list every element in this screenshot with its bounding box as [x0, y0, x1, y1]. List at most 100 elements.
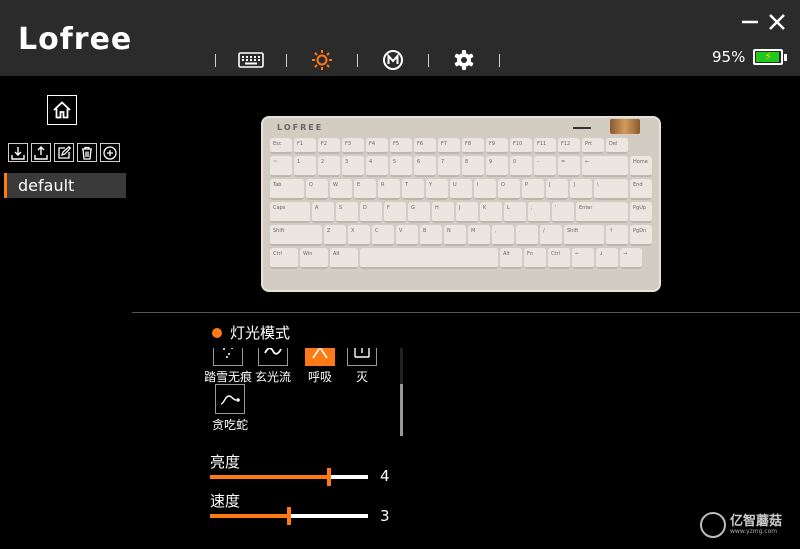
keyboard-key: F4 — [366, 138, 388, 154]
snake-icon — [215, 384, 245, 414]
battery-tip — [784, 53, 788, 61]
mode-wave[interactable]: 玄光流 — [250, 348, 296, 385]
mode-label: 玄光流 — [254, 370, 291, 384]
home-button[interactable] — [47, 95, 77, 125]
keyboard-key: F — [384, 202, 406, 223]
keyboard-key: Shift — [564, 225, 604, 246]
lighting-mode-header: 灯光模式 — [212, 322, 290, 343]
tab-keys[interactable] — [226, 46, 276, 74]
keyboard-key: R — [378, 179, 400, 200]
profile-toolbar — [8, 143, 120, 162]
keyboard-key: = — [558, 156, 580, 177]
keyboard-row: ~1 2 3 4 5 6 7 8 9 0- = ← Home — [270, 156, 656, 177]
keyboard-row: Esc F1 F2 F3 F4 F5 F6 F7 F8 F9 F10 F11 F12 Prt Del — [270, 138, 656, 154]
keyboard-key: F5 — [390, 138, 412, 154]
keyboard-key: Tab — [270, 179, 304, 200]
profile-item-default[interactable]: default — [4, 173, 126, 198]
keyboard-key: L — [504, 202, 526, 223]
home-icon — [53, 101, 71, 119]
slider-thumb[interactable] — [287, 507, 291, 525]
keyboard-key: Shift — [270, 225, 322, 246]
keyboard-key: ↓ — [596, 248, 618, 269]
mode-label: 呼吸 — [307, 370, 332, 384]
keyboard-key: F1 — [294, 138, 316, 154]
keyboard-key: E — [354, 179, 376, 200]
keyboard-brand: LOFREE — [277, 123, 324, 132]
mode-label: 贪吃蛇 — [211, 418, 248, 432]
keyboard-key: PgUp — [630, 202, 652, 223]
keyboard-key: V — [396, 225, 418, 246]
tab-macro[interactable] — [368, 46, 418, 74]
watermark-text: 亿智蘑菇 — [730, 514, 783, 529]
keyboard-key: Fn — [524, 248, 546, 269]
mushroom-icon — [700, 512, 726, 538]
mode-snake[interactable]: 贪吃蛇 — [207, 384, 253, 433]
snow-icon — [213, 348, 243, 366]
keyboard-key: Z — [324, 225, 346, 246]
keyboard-key: H — [432, 202, 454, 223]
keyboard-key: D — [360, 202, 382, 223]
keyboard-key: A — [312, 202, 334, 223]
keyboard-image: LOFREE Esc F1 F2 F3 F4 F5 F6 F7 F8 F9 F10 F11 F12 Prt… — [261, 116, 661, 292]
keyboard-key: 5 — [390, 156, 412, 177]
keyboard-row: Ctrl Win Alt Alt Fn Ctrl ← ↓ → — [270, 248, 656, 269]
tab-separator — [286, 53, 287, 67]
keyboard-key: Win — [300, 248, 328, 269]
keyboard-key: Caps — [270, 202, 310, 223]
keyboard-led — [573, 127, 591, 129]
keyboard-icon — [238, 52, 264, 68]
keyboard-key: G — [408, 202, 430, 223]
keyboard-key: \ — [594, 179, 628, 200]
export-icon — [34, 145, 48, 160]
keyboard-key: PgDn — [630, 225, 652, 246]
keyboard-key: F12 — [558, 138, 580, 154]
tab-lighting[interactable] — [297, 46, 347, 74]
off-icon — [347, 348, 377, 366]
keyboard-key: J — [456, 202, 478, 223]
mode-snow[interactable]: 踏雪无痕 — [205, 348, 252, 385]
bullet-icon — [212, 327, 222, 338]
speed-slider[interactable] — [210, 507, 368, 525]
keyboard-key: F11 — [534, 138, 556, 154]
keyboard-key — [360, 248, 498, 269]
close-icon[interactable] — [767, 12, 787, 32]
lighting-mode-list: 踏雪无痕 玄光流 呼吸 灭 贪吃蛇 — [205, 348, 395, 436]
keyboard-key: 2 — [318, 156, 340, 177]
keyboard-key: 8 — [462, 156, 484, 177]
export-profile-button[interactable] — [31, 143, 51, 162]
minimize-icon[interactable] — [740, 12, 760, 32]
keyboard-key: Enter — [576, 202, 628, 223]
keyboard-key: Prt — [582, 138, 604, 154]
keyboard-key: End — [630, 179, 652, 200]
watermark: 亿智蘑菇 www.yzmg.com — [700, 512, 782, 538]
edit-icon — [58, 145, 71, 159]
tab-separator — [499, 53, 500, 67]
mode-off[interactable]: 灭 — [339, 348, 385, 385]
scrollbar-thumb[interactable] — [400, 384, 403, 436]
keyboard-key: ↑ — [606, 225, 628, 246]
keyboard-key: B — [420, 225, 442, 246]
keyboard-key: Home — [630, 156, 652, 177]
watermark-url: www.yzmg.com — [730, 528, 778, 535]
slider-thumb[interactable] — [326, 468, 331, 486]
mode-label: 灭 — [355, 370, 368, 384]
mode-breath[interactable]: 呼吸 — [297, 348, 343, 385]
add-profile-button[interactable] — [100, 143, 120, 162]
slider-fill — [210, 514, 289, 518]
brightness-slider[interactable] — [210, 468, 368, 486]
add-icon — [103, 145, 117, 160]
delete-profile-button[interactable] — [77, 143, 97, 162]
keyboard-key: ] — [570, 179, 592, 200]
keyboard-key: F2 — [318, 138, 340, 154]
tab-settings[interactable] — [439, 46, 489, 74]
keyboard-key: T — [402, 179, 424, 200]
import-profile-button[interactable] — [8, 143, 28, 162]
keyboard-key: O — [498, 179, 520, 200]
brightness-label: 亮度 — [210, 453, 241, 471]
keyboard-key: C — [372, 225, 394, 246]
battery-indicator: 95% ⚡ — [712, 48, 788, 66]
keyboard-key: Ctrl — [548, 248, 570, 269]
keyboard-key: Ctrl — [270, 248, 298, 269]
keyboard-key: 7 — [438, 156, 460, 177]
edit-profile-button[interactable] — [54, 143, 74, 162]
